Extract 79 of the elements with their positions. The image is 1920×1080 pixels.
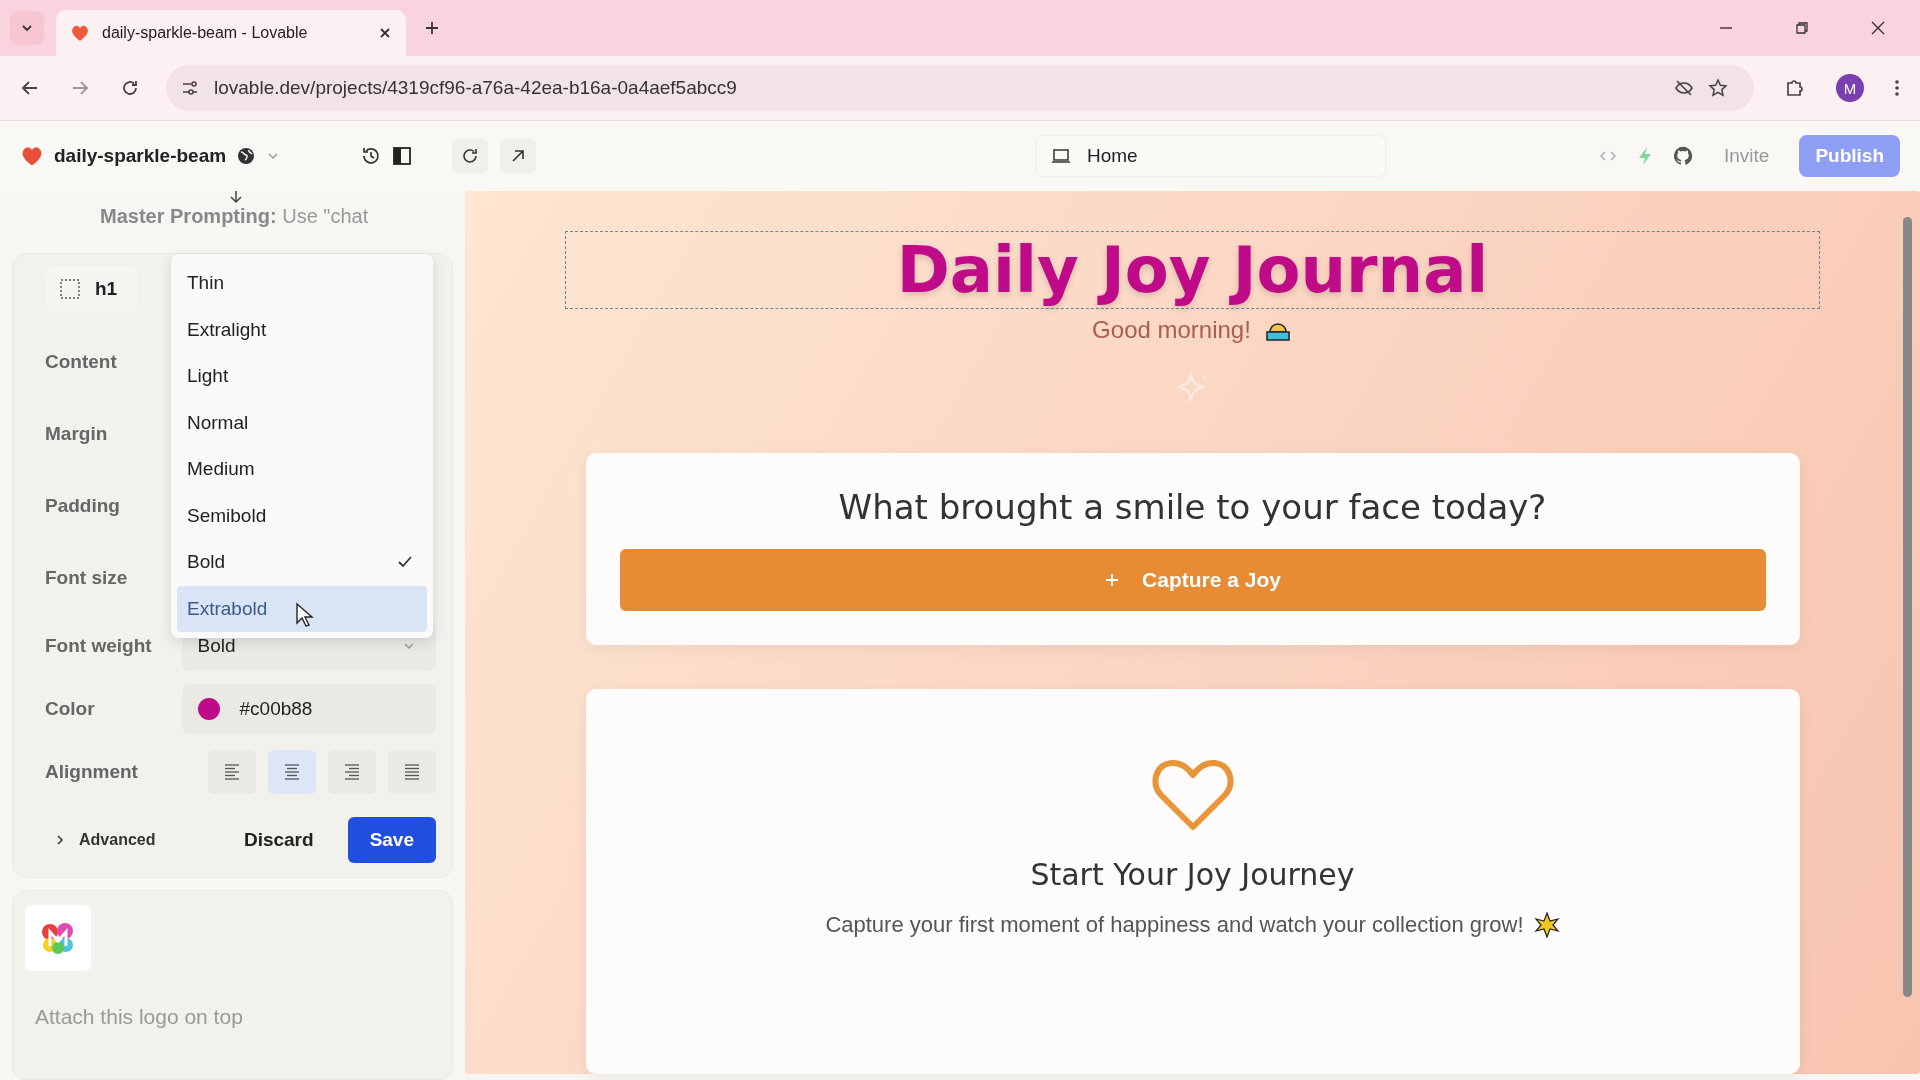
chat-message-text: Master Prompting: Use "chat bbox=[100, 204, 369, 228]
select-value: Bold bbox=[197, 634, 236, 657]
align-left-button[interactable] bbox=[208, 749, 256, 794]
advanced-toggle[interactable]: Advanced bbox=[49, 830, 162, 850]
github-icon[interactable] bbox=[1671, 145, 1694, 167]
selection-frame-icon bbox=[59, 278, 81, 300]
field-label: Alignment bbox=[45, 760, 139, 783]
option-label: Bold bbox=[187, 551, 226, 574]
align-left-icon bbox=[222, 762, 242, 781]
star-icon[interactable] bbox=[1708, 78, 1728, 98]
refresh-icon[interactable] bbox=[452, 138, 488, 174]
message-text: Attach this logo on top bbox=[34, 1005, 244, 1029]
heart-logo-icon[interactable] bbox=[20, 144, 44, 168]
new-tab-icon[interactable] bbox=[424, 20, 440, 36]
color-field[interactable]: #c00b88 bbox=[181, 683, 436, 734]
globe-icon[interactable] bbox=[236, 146, 257, 166]
option-label: Normal bbox=[187, 411, 249, 434]
align-justify-button[interactable] bbox=[388, 749, 436, 794]
greeting-text: Good morning! bbox=[1092, 316, 1251, 344]
tab-title: daily-sparkle-beam - Lovable bbox=[102, 24, 309, 42]
plus-icon bbox=[1104, 572, 1121, 588]
option-label: Thin bbox=[187, 272, 224, 295]
align-center-icon bbox=[282, 762, 302, 781]
puzzle-piece-icon[interactable] bbox=[1784, 77, 1806, 99]
field-label: Color bbox=[45, 697, 96, 720]
color-value: #c00b88 bbox=[239, 697, 313, 720]
field-label: Font size bbox=[45, 567, 129, 589]
align-center-button[interactable] bbox=[268, 749, 316, 794]
dropdown-option[interactable]: Extralight bbox=[177, 306, 427, 353]
arrow-down-icon[interactable] bbox=[228, 189, 244, 205]
dropdown-option[interactable]: Medium bbox=[177, 446, 427, 493]
dropdown-option[interactable]: Light bbox=[177, 353, 427, 400]
dropdown-option[interactable]: Bold bbox=[177, 539, 427, 586]
field-label: Margin bbox=[45, 423, 109, 445]
site-settings-icon[interactable] bbox=[180, 78, 200, 98]
discard-button[interactable]: Discard bbox=[223, 819, 334, 861]
browser-tab[interactable]: daily-sparkle-beam - Lovable bbox=[56, 10, 406, 56]
restore-icon[interactable] bbox=[1794, 20, 1810, 36]
eye-slash-icon[interactable] bbox=[1674, 78, 1694, 98]
dropdown-option[interactable]: Semibold bbox=[177, 492, 427, 539]
empty-state-title: Start Your Joy Journey bbox=[1030, 857, 1355, 892]
close-icon[interactable] bbox=[1870, 20, 1886, 36]
option-label: Semibold bbox=[187, 504, 267, 527]
laptop-icon bbox=[1050, 148, 1071, 164]
page-selector[interactable]: Home bbox=[1035, 135, 1386, 177]
question-text: What brought a smile to your face today? bbox=[838, 487, 1547, 527]
external-link-icon[interactable] bbox=[500, 138, 536, 174]
option-label: Medium bbox=[187, 458, 255, 481]
close-icon[interactable] bbox=[378, 26, 392, 40]
journal-title: Daily Joy Journal bbox=[896, 233, 1489, 307]
empty-state-text: Capture your first moment of happiness and watch your collection grow! bbox=[825, 912, 1524, 938]
heart-logo-icon bbox=[70, 23, 90, 43]
align-justify-icon bbox=[402, 762, 422, 781]
align-right-icon bbox=[342, 762, 362, 781]
reload-icon[interactable] bbox=[120, 78, 140, 98]
heart-outline-icon bbox=[1150, 757, 1235, 833]
sparkle-icon bbox=[1533, 912, 1560, 938]
color-swatch[interactable] bbox=[197, 697, 220, 720]
dropdown-option[interactable]: Normal bbox=[177, 399, 427, 446]
kebab-menu-icon[interactable] bbox=[1894, 78, 1900, 98]
mouse-cursor-icon bbox=[295, 602, 315, 628]
dropdown-option[interactable]: Extrabold bbox=[177, 585, 427, 632]
dropdown-option[interactable]: Thin bbox=[177, 260, 427, 307]
align-right-button[interactable] bbox=[328, 749, 376, 794]
page-name: Home bbox=[1086, 145, 1138, 167]
field-label: Padding bbox=[45, 495, 121, 517]
url-text: lovable.dev/projects/4319cf96-a76a-42ea-b16a-0a4aef5abcc9 bbox=[214, 77, 737, 99]
option-label: Light bbox=[187, 365, 229, 388]
profile-avatar[interactable]: M bbox=[1836, 74, 1864, 102]
field-label: Font weight bbox=[45, 634, 153, 657]
sidebar-toggle-icon[interactable] bbox=[392, 146, 413, 166]
chevron-right-icon bbox=[55, 834, 65, 846]
option-label: Extrabold bbox=[187, 597, 268, 620]
option-label: Extralight bbox=[187, 318, 267, 341]
save-button[interactable]: Save bbox=[347, 817, 436, 863]
element-tag: h1 bbox=[95, 278, 118, 300]
project-name[interactable]: daily-sparkle-beam bbox=[54, 145, 227, 167]
field-label: Content bbox=[45, 351, 118, 373]
address-field[interactable]: lovable.dev/projects/4319cf96-a76a-42ea-b16a-0a4aef5abcc9 bbox=[166, 65, 1754, 111]
